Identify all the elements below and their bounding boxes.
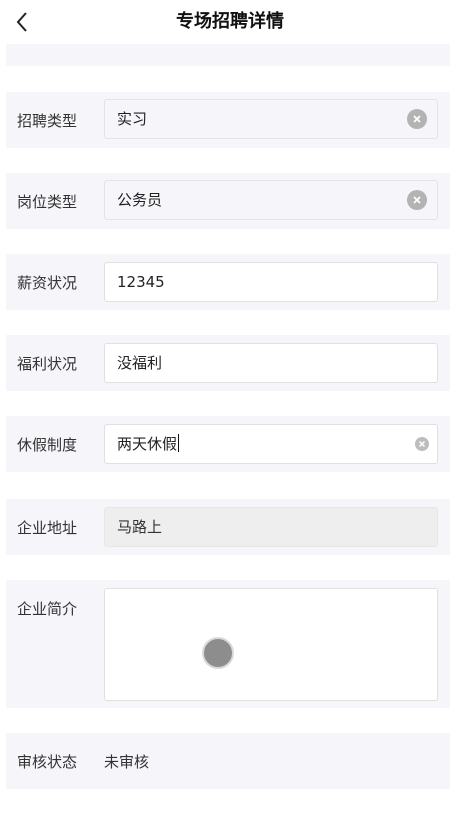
address-value: 马路上 bbox=[117, 518, 163, 536]
address-label: 企业地址 bbox=[17, 519, 78, 537]
clear-icon[interactable] bbox=[415, 437, 429, 451]
recruit-type-label: 招聘类型 bbox=[17, 112, 78, 130]
intro-label: 企业简介 bbox=[17, 600, 78, 618]
welfare-label: 福利状况 bbox=[17, 355, 78, 373]
touch-indicator bbox=[202, 637, 234, 669]
form-row-welfare: 福利状况 没福利 bbox=[6, 335, 450, 391]
form-row-vacation: 休假制度 两天休假 bbox=[6, 416, 450, 472]
form-row-position-type: 岗位类型 公务员 bbox=[6, 173, 450, 229]
vacation-input[interactable]: 两天休假 bbox=[104, 424, 438, 464]
page-title: 专场招聘详情 bbox=[176, 11, 284, 32]
clear-icon[interactable] bbox=[407, 109, 427, 129]
form-row-review: 审核状态 未审核 bbox=[6, 733, 450, 789]
welfare-value: 没福利 bbox=[117, 354, 163, 372]
clear-icon[interactable] bbox=[407, 190, 427, 210]
form-row-salary: 薪资状况 12345 bbox=[6, 254, 450, 310]
address-input: 马路上 bbox=[104, 507, 438, 547]
nav-bar: 专场招聘详情 bbox=[0, 0, 460, 44]
intro-textarea[interactable] bbox=[104, 588, 438, 701]
recruit-type-value: 实习 bbox=[117, 110, 148, 128]
review-label: 审核状态 bbox=[17, 753, 78, 771]
form-row-recruit-type: 招聘类型 实习 bbox=[6, 92, 450, 148]
salary-value: 12345 bbox=[117, 273, 165, 291]
text-caret bbox=[178, 434, 180, 452]
position-type-select[interactable]: 公务员 bbox=[104, 180, 438, 220]
review-status: 未审核 bbox=[104, 753, 150, 771]
position-type-label: 岗位类型 bbox=[17, 193, 78, 211]
salary-input[interactable]: 12345 bbox=[104, 262, 438, 302]
welfare-input[interactable]: 没福利 bbox=[104, 343, 438, 383]
vacation-value: 两天休假 bbox=[117, 435, 178, 453]
recruit-type-select[interactable]: 实习 bbox=[104, 99, 438, 139]
form-row-partial bbox=[6, 44, 450, 66]
position-type-value: 公务员 bbox=[117, 191, 163, 209]
vacation-label: 休假制度 bbox=[17, 436, 78, 454]
form-row-address: 企业地址 马路上 bbox=[6, 499, 450, 555]
salary-label: 薪资状况 bbox=[17, 274, 78, 292]
